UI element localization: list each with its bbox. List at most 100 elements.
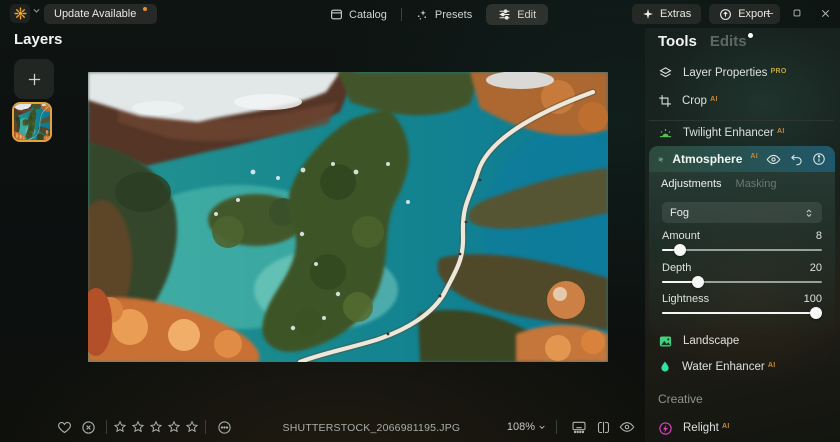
right-sidebar: Tools Edits Layer Properties PRO Crop AI…: [645, 28, 840, 442]
twilight-sun-icon: [658, 126, 673, 141]
app-logo[interactable]: [10, 4, 30, 23]
tool-crop[interactable]: Crop AI: [658, 93, 718, 109]
tab-tools[interactable]: Tools: [658, 33, 697, 50]
star-rating: [113, 420, 199, 434]
layers-stack-icon: [658, 66, 673, 81]
atmosphere-title: Atmosphere: [672, 152, 742, 166]
tab-masking[interactable]: Masking: [736, 178, 777, 190]
atmosphere-tabs: Adjustments Masking: [661, 178, 777, 190]
close-icon[interactable]: [814, 2, 836, 24]
lightness-value: 100: [804, 293, 822, 305]
star-icon[interactable]: [113, 420, 127, 434]
statusbar-divider: [205, 420, 206, 434]
info-icon[interactable]: [812, 152, 826, 166]
active-filename: SHUTTERSTOCK_2066981195.JPG: [283, 422, 461, 434]
extras-label: Extras: [660, 8, 691, 20]
depth-value: 20: [810, 262, 822, 274]
window-controls: [758, 2, 836, 24]
nav-divider: [401, 8, 402, 21]
update-available-button[interactable]: Update Available: [44, 4, 157, 24]
tool-twilight-enhancer[interactable]: Twilight Enhancer AI: [658, 125, 785, 141]
depth-slider-handle[interactable]: [692, 276, 704, 288]
edits-label: Edits: [710, 33, 747, 50]
zoom-level-value: 108%: [507, 421, 535, 433]
photo-image: [88, 72, 608, 362]
updown-chevron-icon: [804, 207, 814, 219]
atmosphere-panel: Atmosphere AI Adjustments Masking: [649, 146, 835, 334]
tab-edit[interactable]: Edit: [486, 4, 548, 25]
depth-label-row: Depth 20: [662, 262, 822, 274]
water-enhancer-label: Water Enhancer: [682, 361, 765, 373]
amount-slider-handle[interactable]: [674, 244, 686, 256]
ai-badge: AI: [768, 362, 776, 369]
status-bar: SHUTTERSTOCK_2066981195.JPG 108%: [0, 412, 645, 442]
add-layer-button[interactable]: [14, 59, 54, 99]
relight-label: Relight: [683, 422, 719, 434]
maximize-icon[interactable]: [786, 2, 808, 24]
zoom-chevron-down-icon: [538, 423, 546, 431]
crop-icon: [658, 94, 672, 108]
depth-slider[interactable]: [662, 276, 822, 288]
tool-landscape[interactable]: Landscape: [658, 333, 739, 349]
update-available-label: Update Available: [54, 8, 136, 20]
amount-slider[interactable]: [662, 244, 822, 256]
eye-icon[interactable]: [766, 152, 781, 167]
pro-badge: PRO: [771, 68, 787, 75]
fog-type-dropdown[interactable]: Fog: [662, 202, 822, 223]
lightness-label: Lightness: [662, 293, 709, 305]
tab-edits[interactable]: Edits: [710, 33, 752, 50]
undo-icon[interactable]: [790, 153, 803, 166]
minimize-icon[interactable]: [758, 2, 780, 24]
tool-water-enhancer[interactable]: Water Enhancer AI: [658, 359, 775, 375]
app-window: Update Available Catalog Presets Edit: [0, 0, 840, 442]
preview-eye-icon[interactable]: [615, 419, 639, 435]
export-arrow-icon: [719, 8, 732, 21]
tab-catalog[interactable]: Catalog: [330, 8, 387, 21]
catalog-icon: [330, 8, 343, 21]
update-notification-dot: [143, 7, 147, 11]
tool-layer-properties[interactable]: Layer Properties PRO: [658, 65, 787, 81]
sparkle-icon: [642, 8, 654, 20]
ai-badge: AI: [750, 153, 758, 160]
star-icon[interactable]: [167, 420, 181, 434]
depth-label: Depth: [662, 262, 691, 274]
compare-before-after-icon[interactable]: [591, 420, 615, 435]
lightness-slider[interactable]: [662, 307, 822, 319]
amount-label: Amount: [662, 230, 700, 242]
layers-panel-title: Layers: [14, 31, 62, 48]
layer-thumbnail-selected[interactable]: [12, 102, 52, 142]
sidebar-tabs: Tools Edits: [658, 33, 752, 50]
star-icon[interactable]: [131, 420, 145, 434]
photo-canvas[interactable]: [88, 72, 608, 362]
atmosphere-header[interactable]: Atmosphere AI: [649, 146, 835, 172]
more-circle-icon[interactable]: [212, 420, 236, 435]
favorite-heart-icon[interactable]: [52, 420, 76, 435]
statusbar-divider: [106, 420, 107, 434]
creative-section-heading: Creative: [658, 392, 703, 406]
tab-adjustments[interactable]: Adjustments: [661, 178, 722, 190]
amount-label-row: Amount 8: [662, 230, 822, 242]
main-nav: Catalog Presets Edit: [330, 4, 548, 25]
star-icon[interactable]: [149, 420, 163, 434]
edits-notification-dot: [748, 33, 753, 38]
lightness-slider-handle[interactable]: [810, 307, 822, 319]
twilight-enhancer-label: Twilight Enhancer: [683, 127, 774, 139]
filmstrip-icon[interactable]: [567, 419, 591, 435]
presets-icon: [416, 8, 429, 21]
zoom-control[interactable]: 108%: [507, 421, 546, 433]
edit-sliders-icon: [498, 8, 511, 21]
tool-relight[interactable]: Relight AI: [658, 420, 730, 436]
logo-chevron-down-icon[interactable]: [32, 6, 41, 15]
amount-value: 8: [816, 230, 822, 242]
sidebar-divider: [649, 120, 834, 121]
presets-label: Presets: [435, 9, 472, 21]
water-drop-icon: [658, 360, 672, 374]
star-icon[interactable]: [185, 420, 199, 434]
extras-button[interactable]: Extras: [632, 4, 701, 24]
landscape-label: Landscape: [683, 335, 739, 347]
tools-label: Tools: [658, 33, 697, 50]
reject-icon[interactable]: [76, 420, 100, 435]
fog-dropdown-value: Fog: [670, 207, 689, 219]
tab-presets[interactable]: Presets: [416, 8, 472, 21]
plus-icon: [26, 71, 43, 88]
